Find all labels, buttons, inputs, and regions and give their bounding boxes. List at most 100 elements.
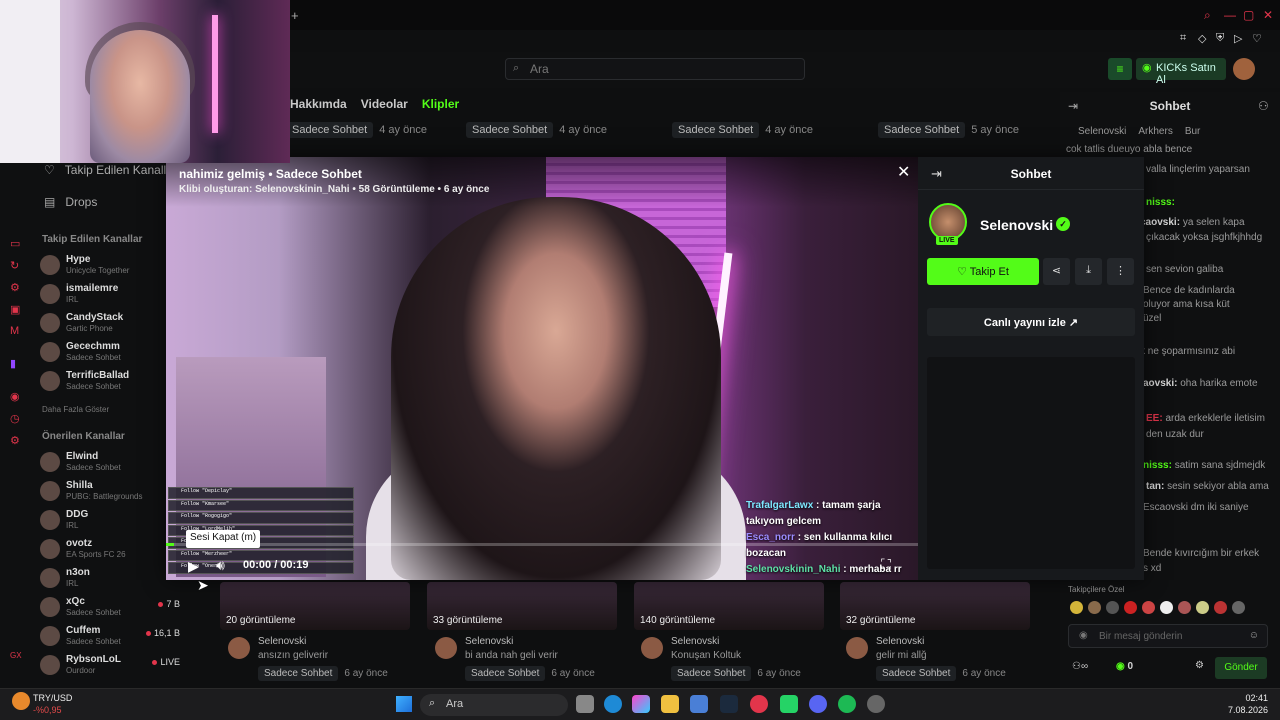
play-icon[interactable]: ▶ xyxy=(188,558,199,575)
channel-item[interactable]: Shilla PUBG: Battlegrounds xyxy=(40,479,180,507)
buy-kicks-button[interactable]: ◉ KICKs Satın Al xyxy=(1136,58,1226,86)
whatsapp-icon[interactable] xyxy=(780,695,798,713)
channel-item[interactable]: CandyStack Gartic Phone xyxy=(40,311,180,339)
clip-channel[interactable]: Selenovski xyxy=(465,636,513,647)
play-circle-icon[interactable]: ◉ xyxy=(10,390,20,403)
sidebar-item-followed[interactable]: ♡ Takip Edilen Kanallar xyxy=(44,163,177,177)
user-avatar[interactable] xyxy=(1233,58,1255,80)
wallet-icon[interactable]: ▣ xyxy=(10,303,20,316)
gift-icon[interactable]: ⚇∞ xyxy=(1072,661,1088,672)
clip-thumbnail[interactable]: 32 görüntüleme xyxy=(840,582,1030,630)
volume-icon[interactable]: 🔊︎ xyxy=(216,557,225,574)
tab-videos[interactable]: Videolar xyxy=(361,97,408,111)
channel-item[interactable]: Hype Unicycle Together xyxy=(40,253,180,281)
follow-button[interactable]: ♡ Takip Et xyxy=(927,258,1039,285)
avatar[interactable] xyxy=(435,637,457,659)
channel-item[interactable]: xQc Sadece Sohbet 7 B xyxy=(40,595,180,623)
new-tab-icon[interactable]: + xyxy=(291,8,299,23)
emote-icon[interactable] xyxy=(1196,601,1209,614)
clip-title[interactable]: gelir mi allğ xyxy=(876,650,927,661)
clock-icon[interactable]: ◷ xyxy=(10,412,20,425)
bookmark-icon[interactable]: ⌗ xyxy=(1180,32,1186,45)
leaderboard-icon[interactable]: ≡ xyxy=(1108,58,1132,80)
edge-icon[interactable] xyxy=(604,695,622,713)
taskbar-search[interactable]: ⌕ Ara xyxy=(420,694,568,716)
gifter-name[interactable]: Bur xyxy=(1185,126,1201,137)
search-input[interactable]: ⌕ Ara xyxy=(505,58,805,80)
emote-icon[interactable] xyxy=(1232,601,1245,614)
store-icon[interactable] xyxy=(690,695,708,713)
twitch-icon[interactable]: ▮ xyxy=(10,357,16,370)
refresh-icon[interactable]: ↻ xyxy=(10,259,19,272)
app-icon[interactable] xyxy=(867,695,885,713)
avatar[interactable] xyxy=(846,637,868,659)
channel-item[interactable]: DDG IRL xyxy=(40,508,180,536)
channel-name[interactable]: Selenovski xyxy=(980,217,1053,233)
emote-icon[interactable] xyxy=(1070,601,1083,614)
chat-message-input[interactable]: ◉ Bir mesaj gönderin ☺ xyxy=(1068,624,1268,648)
channel-item[interactable]: Elwind Sadece Sohbet xyxy=(40,450,180,478)
emote-icon[interactable] xyxy=(1142,601,1155,614)
category-pill[interactable]: Sadece Sohbet xyxy=(878,122,966,138)
collapse-chat-icon[interactable]: ⇥ xyxy=(1068,99,1078,113)
heart-icon[interactable]: ♡ xyxy=(1252,32,1262,45)
chat-user[interactable]: EE: xyxy=(1146,413,1163,424)
emote-icon[interactable] xyxy=(1160,601,1173,614)
gifter-name[interactable]: Arkhers xyxy=(1138,126,1172,137)
windows-start-icon[interactable] xyxy=(396,696,412,712)
emote-icon[interactable] xyxy=(1214,601,1227,614)
opera-gx-icon[interactable] xyxy=(750,695,768,713)
clip-thumbnail[interactable]: 140 görüntüleme xyxy=(634,582,824,630)
share-button[interactable]: ⋖ xyxy=(1043,258,1070,285)
channel-item[interactable]: ismailemre IRL xyxy=(40,282,180,310)
clip-channel[interactable]: Selenovski xyxy=(876,636,924,647)
category-pill[interactable]: Sadece Sohbet xyxy=(465,666,546,681)
robot-icon[interactable]: ⚙ xyxy=(10,281,20,294)
fullscreen-icon[interactable]: ⛶ xyxy=(881,556,891,573)
category-pill[interactable]: Sadece Sohbet xyxy=(876,666,957,681)
play-icon[interactable]: ▷ xyxy=(1234,32,1242,45)
shield-icon[interactable]: ⛨ xyxy=(1216,32,1224,45)
video-progress-bar[interactable] xyxy=(166,543,918,546)
emote-icon[interactable] xyxy=(1178,601,1191,614)
channel-item[interactable]: TerrificBallad Sadece Sohbet xyxy=(40,369,180,397)
emote-icon[interactable] xyxy=(1088,601,1101,614)
gifter-name[interactable]: Selenovski xyxy=(1078,126,1126,137)
category-pill[interactable]: Sadece Sohbet xyxy=(286,122,374,138)
clip-title[interactable]: Konuşan Koltuk xyxy=(671,650,741,661)
close-window-icon[interactable]: ✕ xyxy=(1263,8,1273,22)
close-icon[interactable]: ✕ xyxy=(897,162,910,182)
search-icon[interactable]: ⌕ xyxy=(1204,8,1211,23)
extension-icon[interactable]: ◇ xyxy=(1198,32,1206,45)
channel-item[interactable]: RybsonLoL Ourdoor LIVE xyxy=(40,653,180,681)
steam-icon[interactable] xyxy=(720,695,738,713)
more-button[interactable]: ⋮ xyxy=(1107,258,1134,285)
emote-icon[interactable] xyxy=(1124,601,1137,614)
chat-user[interactable]: aovski: xyxy=(1143,378,1177,389)
avatar[interactable] xyxy=(228,637,250,659)
category-pill[interactable]: Sadece Sohbet xyxy=(671,666,752,681)
category-pill[interactable]: Sadece Sohbet xyxy=(466,122,554,138)
chat-user[interactable]: nisss: xyxy=(1146,197,1175,208)
mail-icon[interactable]: M xyxy=(10,325,19,337)
show-more-link[interactable]: Daha Fazla Göster xyxy=(42,405,109,414)
discord-icon[interactable] xyxy=(809,695,827,713)
channel-item[interactable]: Gecechmm Sadece Sohbet xyxy=(40,340,180,368)
channel-item[interactable]: Cuffem Sadece Sohbet 16,1 B xyxy=(40,624,180,652)
clip-thumbnail[interactable]: 20 görüntüleme xyxy=(220,582,410,630)
channel-item[interactable]: n3on IRL xyxy=(40,566,180,594)
file-explorer-icon[interactable] xyxy=(661,695,679,713)
extension-icon[interactable]: ▭ xyxy=(10,237,20,250)
sidebar-item-drops[interactable]: ▤ Drops xyxy=(44,195,97,209)
spotify-icon[interactable] xyxy=(838,695,856,713)
tab-clips[interactable]: Klipler xyxy=(422,97,459,111)
watch-live-button[interactable]: Canlı yayını izle ↗ xyxy=(927,308,1135,336)
chat-user[interactable]: caovski: xyxy=(1140,217,1180,228)
settings-icon[interactable]: ⚙ xyxy=(1195,660,1204,671)
channel-item[interactable]: ovotz EA Sports FC 26 xyxy=(40,537,180,565)
clip-title[interactable]: ansızın geliverir xyxy=(258,650,328,661)
download-button[interactable]: ⤓ xyxy=(1075,258,1102,285)
emote-bar[interactable] xyxy=(1070,601,1275,615)
task-view-icon[interactable] xyxy=(576,695,594,713)
category-pill[interactable]: Sadece Sohbet xyxy=(672,122,760,138)
